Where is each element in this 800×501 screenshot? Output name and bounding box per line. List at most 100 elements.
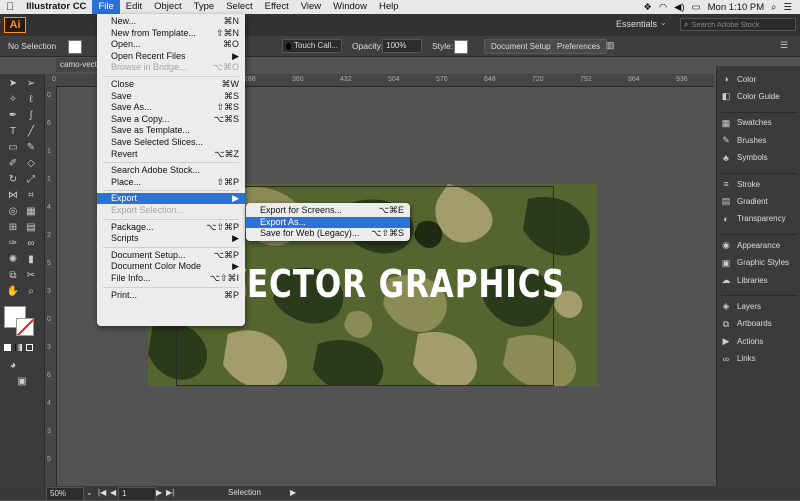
vertical-ruler[interactable]: 0 6 1 1 4 2 5 3 0 3 6 4 3 5	[44, 86, 57, 486]
prev-artboard-icon[interactable]: ◀	[110, 488, 116, 497]
file-menu-item[interactable]: Document Setup... ⌥⌘P	[97, 250, 245, 261]
file-menu-item[interactable]: Scripts ▶	[97, 233, 245, 244]
gradient-fill-icon[interactable]	[15, 344, 22, 351]
notification-center-icon[interactable]: ☰	[783, 2, 792, 13]
style-swatch[interactable]	[454, 40, 468, 54]
clock[interactable]: Mon 1:10 PM	[708, 2, 765, 13]
align-icon[interactable]: ▥	[606, 40, 615, 51]
perspective-grid-tool-icon[interactable]: ▦	[24, 206, 38, 218]
file-menu-item[interactable]: Export ▶	[97, 193, 245, 205]
rectangle-tool-icon[interactable]: ▭	[6, 142, 20, 154]
panel-button[interactable]: ▦ Swatches	[721, 118, 772, 128]
panel-button[interactable]: ☁ Libraries	[721, 275, 768, 285]
menu-effect[interactable]: Effect	[259, 0, 295, 14]
panel-button[interactable]: ◐ Transparency	[721, 214, 785, 224]
preferences-button[interactable]: Preferences	[550, 39, 608, 54]
opacity-field[interactable]: 100%	[382, 39, 422, 53]
menu-type[interactable]: Type	[188, 0, 221, 14]
file-menu-item[interactable]: Open Recent Files ▶	[97, 51, 245, 62]
panel-button[interactable]: ♣ Symbols	[721, 153, 768, 163]
paintbrush-tool-icon[interactable]: ✎	[24, 142, 38, 154]
file-menu-item[interactable]: Save a Copy... ⌥⌘S	[97, 114, 245, 125]
panel-button[interactable]: ◧ Color Guide	[721, 91, 780, 101]
draw-mode-icon[interactable]: ◕	[6, 360, 20, 372]
menu-window[interactable]: Window	[327, 0, 373, 14]
type-tool-icon[interactable]: T	[6, 126, 20, 138]
menu-select[interactable]: Select	[220, 0, 258, 14]
fill-swatch[interactable]	[68, 40, 82, 54]
file-menu-item[interactable]: Place... ⇧⌘P	[97, 177, 245, 188]
export-submenu-item[interactable]: Save for Web (Legacy)... ⌥⇧⌘S	[246, 228, 410, 239]
export-submenu-item[interactable]: Export for Screens... ⌥⌘E	[246, 205, 410, 216]
document-setup-button[interactable]: Document Setup	[484, 39, 558, 54]
color-mode-icons[interactable]	[4, 344, 33, 351]
file-menu-item[interactable]: New from Template... ⇧⌘N	[97, 28, 245, 39]
panel-button[interactable]: ≡ Stroke	[721, 179, 760, 189]
pen-tool-icon[interactable]: ✒	[6, 110, 20, 122]
file-menu-item[interactable]: Save as Template...	[97, 125, 245, 136]
status-menu-icon[interactable]: ▶	[290, 488, 296, 497]
menu-edit[interactable]: Edit	[120, 0, 148, 14]
rotate-tool-icon[interactable]: ↻	[6, 174, 20, 186]
blend-tool-icon[interactable]: ∞	[24, 238, 38, 250]
brush-field[interactable]: Touch Call...	[282, 39, 342, 53]
menu-file[interactable]: File	[92, 0, 120, 14]
file-menu-item[interactable]: File Info... ⌥⇧⌘I	[97, 273, 245, 284]
file-menu-item[interactable]: Save Selected Slices...	[97, 137, 245, 148]
slice-tool-icon[interactable]: ✂	[24, 270, 38, 282]
panel-button[interactable]: ∞ Links	[721, 354, 756, 364]
gradient-tool-icon[interactable]: ▤	[24, 222, 38, 234]
dropbox-icon[interactable]: ❖	[643, 2, 652, 13]
first-artboard-icon[interactable]: |◀	[98, 488, 106, 497]
file-menu-item[interactable]: New... ⌘N	[97, 16, 245, 27]
last-artboard-icon[interactable]: ▶|	[166, 488, 174, 497]
hand-tool-icon[interactable]: ✋	[6, 286, 20, 298]
search-input[interactable]: Search Adobe Stock	[691, 20, 759, 29]
panel-button[interactable]: ✎ Brushes	[721, 135, 766, 145]
zoom-tool-icon[interactable]: ⌕	[24, 286, 38, 298]
eraser-tool-icon[interactable]: ◇	[24, 158, 38, 170]
panel-button[interactable]: ▤ Gradient	[721, 196, 768, 206]
battery-icon[interactable]: ▭	[692, 2, 701, 13]
width-tool-icon[interactable]: ⋈	[6, 190, 20, 202]
file-menu-item[interactable]: Save As... ⇧⌘S	[97, 102, 245, 113]
panel-button[interactable]: ◑ Color	[721, 74, 756, 84]
menu-view[interactable]: View	[295, 0, 327, 14]
shaper-tool-icon[interactable]: ✐	[6, 158, 20, 170]
workspace-switcher[interactable]: Essentials	[616, 19, 657, 29]
export-submenu-item[interactable]: Export As...	[246, 216, 410, 228]
file-menu-item[interactable]: Package... ⌥⇧⌘P	[97, 222, 245, 233]
file-menu-item[interactable]: Save ⌘S	[97, 91, 245, 102]
apple-menu-icon[interactable]: 	[0, 0, 20, 14]
file-menu-item[interactable]: Open... ⌘O	[97, 39, 245, 50]
volume-icon[interactable]: ◀)	[674, 2, 684, 13]
line-tool-icon[interactable]: ╱	[24, 126, 38, 138]
free-transform-tool-icon[interactable]: ⌗	[24, 190, 38, 202]
screen-mode-icon[interactable]: ▣	[15, 376, 29, 388]
artboard-tool-icon[interactable]: ⧉	[6, 270, 20, 282]
menu-help[interactable]: Help	[373, 0, 405, 14]
menu-object[interactable]: Object	[148, 0, 187, 14]
symbol-sprayer-tool-icon[interactable]: ✺	[6, 254, 20, 266]
curvature-tool-icon[interactable]: ∫	[24, 110, 38, 122]
eyedropper-tool-icon[interactable]: ✑	[6, 238, 20, 250]
next-artboard-icon[interactable]: ▶	[156, 488, 162, 497]
zoom-field[interactable]: 50%	[46, 487, 84, 501]
file-menu-item[interactable]: Document Color Mode ▶	[97, 261, 245, 272]
stock-search[interactable]: ⌕ Search Adobe Stock	[680, 18, 796, 31]
app-menu[interactable]: Illustrator CC	[20, 0, 92, 14]
mesh-tool-icon[interactable]: ⊞	[6, 222, 20, 234]
magic-wand-tool-icon[interactable]: ✧	[6, 94, 20, 106]
spotlight-icon[interactable]: ⌕	[771, 2, 776, 13]
more-options-icon[interactable]: ☰	[780, 40, 788, 51]
file-menu-item[interactable]: Revert ⌥⌘Z	[97, 149, 245, 160]
file-menu-item[interactable]: Close ⌘W	[97, 79, 245, 90]
panel-button[interactable]: ▣ Graphic Styles	[721, 258, 789, 268]
column-graph-tool-icon[interactable]: ▮	[24, 254, 38, 266]
stroke-color-box[interactable]	[16, 318, 34, 336]
file-menu-item[interactable]: Print... ⌘P	[97, 290, 245, 301]
shape-builder-tool-icon[interactable]: ◎	[6, 206, 20, 218]
chevron-down-icon[interactable]: ⌄	[660, 18, 667, 27]
chevron-down-icon[interactable]: ⌄	[86, 488, 93, 497]
color-fill-icon[interactable]	[4, 344, 11, 351]
